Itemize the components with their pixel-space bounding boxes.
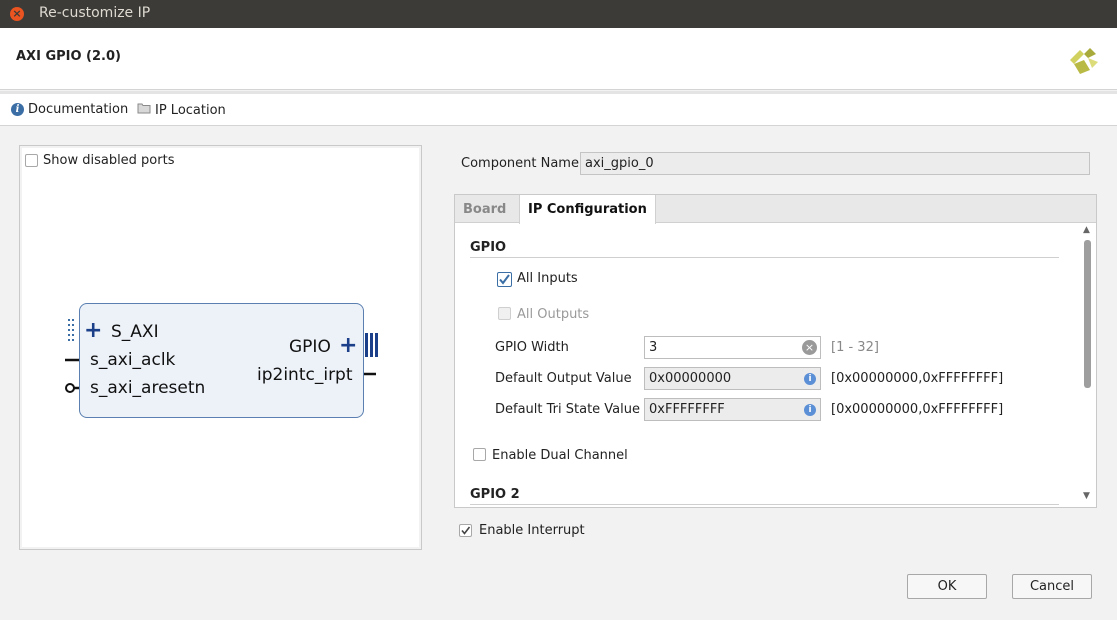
- info-icon[interactable]: i: [804, 373, 816, 385]
- clear-icon[interactable]: ×: [802, 340, 817, 355]
- close-window-button[interactable]: ×: [10, 7, 24, 21]
- gpio-width-field[interactable]: 3 ×: [644, 336, 821, 359]
- gpio2-section-divider: [470, 504, 1059, 505]
- port-s-axi-aresetn: s_axi_aresetn: [90, 378, 206, 398]
- port-s-axi-aclk: s_axi_aclk: [90, 350, 176, 370]
- documentation-link[interactable]: i Documentation: [11, 102, 128, 117]
- gpio-width-label: GPIO Width: [495, 340, 569, 355]
- ok-button[interactable]: OK: [907, 574, 987, 599]
- scroll-thumb[interactable]: [1084, 240, 1091, 388]
- folder-icon: [137, 102, 151, 118]
- config-scrollbar[interactable]: ▲ ▼: [1080, 223, 1096, 507]
- dialog-header: AXI GPIO (2.0): [0, 28, 1117, 90]
- info-icon[interactable]: i: [804, 404, 816, 416]
- toolbar: i Documentation IP Location: [0, 94, 1117, 126]
- component-name-label: Component Name: [461, 156, 579, 171]
- ip-title: AXI GPIO (2.0): [16, 49, 121, 64]
- scroll-down-icon[interactable]: ▼: [1083, 491, 1090, 501]
- info-icon: i: [11, 103, 24, 116]
- default-tri-state-range: [0x00000000,0xFFFFFFFF]: [831, 402, 1004, 417]
- default-output-value: 0x00000000: [649, 371, 732, 386]
- port-s-axi: S_AXI: [111, 322, 159, 342]
- default-output-label: Default Output Value: [495, 371, 632, 386]
- all-inputs-checkbox[interactable]: [497, 272, 512, 287]
- checkmark-icon: [499, 274, 510, 285]
- xilinx-logo-icon: [1070, 48, 1098, 74]
- checkmark-icon: [461, 526, 471, 535]
- tab-ip-configuration[interactable]: IP Configuration: [519, 195, 656, 224]
- default-tri-state-value: 0xFFFFFFFF: [649, 402, 725, 417]
- tab-bar: Board IP Configuration: [455, 195, 1096, 224]
- component-name-field[interactable]: axi_gpio_0: [580, 152, 1090, 175]
- default-tri-state-label: Default Tri State Value: [495, 402, 640, 417]
- documentation-label: Documentation: [28, 102, 129, 117]
- window-titlebar: × Re-customize IP: [0, 0, 1117, 28]
- default-output-field[interactable]: 0x00000000 i: [644, 367, 821, 390]
- port-gpio: GPIO: [289, 337, 331, 357]
- gpio-section-divider: [470, 257, 1059, 258]
- default-output-range: [0x00000000,0xFFFFFFFF]: [831, 371, 1004, 386]
- ip-location-link[interactable]: IP Location: [137, 102, 226, 118]
- tab-board[interactable]: Board: [455, 195, 514, 223]
- window-title: Re-customize IP: [39, 5, 151, 21]
- port-ip2intc-irpt: ip2intc_irpt: [257, 365, 353, 385]
- default-tri-state-field[interactable]: 0xFFFFFFFF i: [644, 398, 821, 421]
- all-outputs-label: All Outputs: [517, 307, 590, 322]
- gpio-section-title: GPIO: [470, 240, 507, 255]
- scroll-up-icon[interactable]: ▲: [1083, 225, 1090, 235]
- expand-gpio-icon[interactable]: +: [339, 335, 357, 357]
- gpio-width-range: [1 - 32]: [831, 340, 879, 355]
- ip-block[interactable]: + S_AXI s_axi_aclk s_axi_aresetn GPIO + …: [79, 303, 364, 418]
- enable-dual-channel-checkbox[interactable]: [473, 448, 486, 461]
- show-disabled-ports-checkbox[interactable]: [25, 154, 38, 167]
- cancel-button[interactable]: Cancel: [1012, 574, 1092, 599]
- ip-location-label: IP Location: [155, 102, 226, 118]
- enable-interrupt-checkbox[interactable]: [459, 524, 472, 537]
- enable-interrupt-label: Enable Interrupt: [479, 523, 585, 538]
- all-inputs-label: All Inputs: [517, 271, 578, 286]
- enable-dual-channel-label: Enable Dual Channel: [492, 448, 628, 463]
- expand-s-axi-icon[interactable]: +: [84, 320, 102, 342]
- gpio2-section-title: GPIO 2: [470, 487, 520, 502]
- all-outputs-checkbox: [498, 307, 511, 320]
- gpio-width-value: 3: [649, 340, 658, 355]
- show-disabled-ports-label: Show disabled ports: [43, 153, 175, 168]
